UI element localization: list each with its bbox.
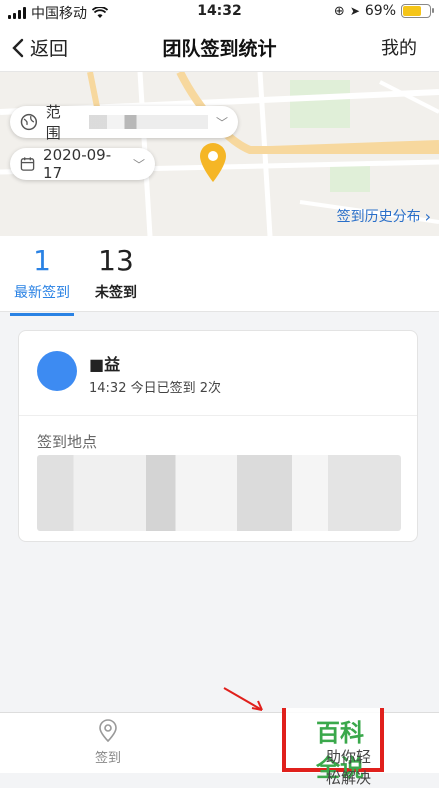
signed-count: 1 — [33, 244, 51, 277]
mine-button[interactable]: 我的 — [381, 34, 417, 60]
annotation-arrow — [223, 687, 263, 711]
battery-percent: 69% — [364, 3, 396, 19]
calendar-icon — [20, 157, 35, 171]
sign-record-card[interactable]: ■益 14:32 今日已签到 2次 签到地点 — [18, 330, 418, 542]
date-selector[interactable]: 2020-09-17 ﹀ — [10, 146, 155, 182]
unsigned-label: 未签到 — [95, 285, 137, 301]
orientation-lock-icon: ⊕ — [333, 3, 345, 19]
history-distribution-link[interactable]: 签到历史分布 › — [337, 206, 431, 226]
watermark-logo: 百科全说 助你轻松解决 — [282, 708, 384, 787]
battery-icon — [401, 4, 434, 18]
sign-info: 14:32 今日已签到 2次 — [89, 381, 221, 396]
status-bar: 中国移动 14:32 ⊕ ➤ 69% — [0, 0, 439, 22]
location-label: 签到地点 — [37, 433, 98, 451]
status-right: ⊕ ➤ 69% — [333, 3, 434, 19]
unsigned-count: 13 — [98, 244, 134, 277]
chevron-down-icon: ﹀ — [132, 157, 145, 172]
watermark-subtitle: 助你轻松解决 — [326, 748, 372, 787]
nav-bar: 返回 团队签到统计 我的 — [0, 22, 439, 72]
range-label: 范围 — [45, 103, 61, 142]
history-label: 签到历史分布 — [336, 209, 421, 225]
chevron-right-icon: › — [424, 206, 431, 226]
map-view[interactable]: 范围 ﹀ 2020-09-17 ﹀ 签到历史分布 › — [0, 72, 439, 236]
signed-label: 最新签到 — [14, 285, 70, 301]
location-pin-icon — [99, 719, 117, 743]
date-value: 2020-09-17 — [43, 146, 112, 182]
map-pin-icon — [200, 143, 226, 182]
tab-signed[interactable]: 1 最新签到 — [10, 244, 74, 316]
stats-tabs: 1 最新签到 13 未签到 — [0, 236, 439, 316]
page-title: 团队签到统计 — [162, 38, 277, 60]
location-arrow-icon: ➤ — [349, 4, 360, 18]
tab-unsigned[interactable]: 13 未签到 — [86, 244, 146, 302]
range-value-blur — [89, 115, 208, 129]
active-tab-indicator — [10, 313, 74, 316]
avatar — [37, 351, 77, 391]
location-address-blurred — [37, 455, 401, 531]
range-selector[interactable]: 范围 ﹀ — [10, 103, 238, 142]
member-name: ■益 — [89, 355, 121, 374]
divider — [19, 415, 417, 416]
chevron-down-icon: ﹀ — [215, 115, 228, 130]
tab-sign[interactable]: 签到 — [88, 719, 128, 766]
tab-sign-label: 签到 — [94, 751, 121, 766]
globe-icon — [20, 113, 38, 131]
